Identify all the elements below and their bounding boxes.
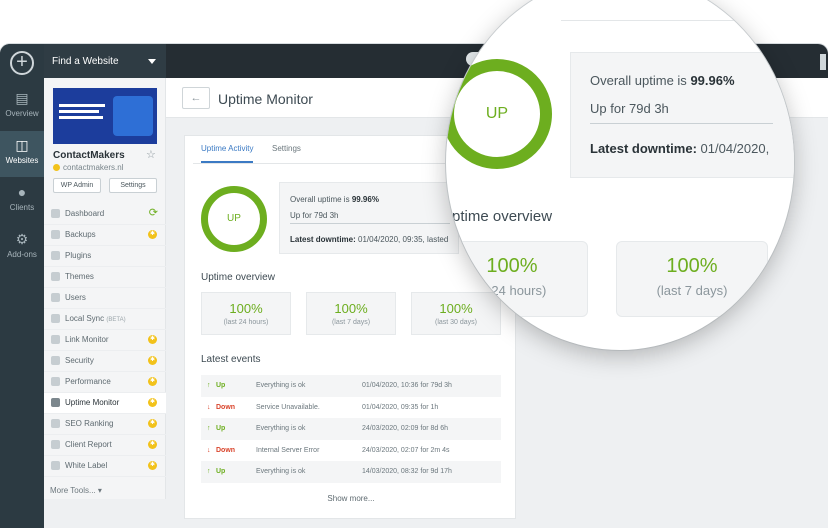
favorite-star-icon[interactable]: ☆ [146,148,156,161]
uptime-summary: Overall uptime is 99.96% Up for 79d 3h L… [279,182,459,254]
overview-tile-zoomed: 100% st 24 hours) [446,241,588,317]
premium-badge-icon: ✱ [148,377,157,386]
chart-icon: ▤ [15,90,29,106]
site-settings-button[interactable]: Settings [109,178,157,193]
themes-icon [51,272,60,281]
menu-dashboard[interactable]: Dashboard ⟳ [44,204,166,225]
event-row: ↑ Up Everything is ok 01/04/2020, 10:36 for… [201,375,501,397]
nav-add-ons[interactable]: ⚙ Add-ons [0,225,44,271]
menu-security[interactable]: Security ✱ [44,351,166,372]
premium-badge-icon: ✱ [148,398,157,407]
uptime-status-ring: UP [201,186,267,252]
menu-uptime-monitor[interactable]: Uptime Monitor ✱ [44,393,166,414]
performance-icon [51,377,60,386]
event-row: ↑ Up Everything is ok 24/03/2020, 02:09 for… [201,418,501,440]
clients-icon: ● [17,184,27,200]
menu-plugins[interactable]: Plugins [44,246,166,267]
nav-websites[interactable]: ◫ Websites [0,131,44,177]
overview-tile-zoomed: 100% (last 7 days) [616,241,768,317]
overview-tile: 100% (last 24 hours) [201,292,291,335]
menu-local-sync[interactable]: Local Sync (BETA) [44,309,166,330]
tab-uptime-activity[interactable]: Uptime Activity [201,144,254,163]
overview-heading: Uptime overview [201,272,275,283]
link-icon [51,335,60,344]
event-row: ↑ Up Everything is ok 14/03/2020, 08:32 for… [201,461,501,483]
status-dot-icon [53,164,60,171]
site-menu: Dashboard ⟳ Backups ✱ Plugins Themes Users… [44,204,166,477]
arrow-down-icon: ↓ [207,403,211,411]
premium-badge-icon: ✱ [148,461,157,470]
overview-heading-zoomed: ptime overview [452,208,553,225]
users-icon [51,293,60,302]
arrow-up-icon: ↑ [207,468,211,475]
menu-client-report[interactable]: Client Report ✱ [44,435,166,456]
find-website-dropdown[interactable]: Find a Website [44,44,166,78]
menu-themes[interactable]: Themes [44,267,166,288]
more-tools-link[interactable]: More Tools... ▾ [50,486,102,495]
menu-seo-ranking[interactable]: SEO Ranking ✱ [44,414,166,435]
menu-link-monitor[interactable]: Link Monitor ✱ [44,330,166,351]
uptime-summary-zoomed: Overall uptime is 99.96% Up for 79d 3h L… [570,52,794,178]
overview-tile: 100% (last 7 days) [306,292,396,335]
plugins-icon [51,251,60,260]
arrow-down-icon: ↓ [207,446,211,454]
uptime-icon [51,398,60,407]
nav-overview[interactable]: ▤ Overview [0,84,44,130]
site-thumbnail[interactable] [53,88,157,144]
premium-badge-icon: ✱ [148,335,157,344]
pages-icon: ◫ [15,137,29,153]
main-nav-rail: + ▤ Overview ◫ Websites ● Clients ⚙ Add-… [0,44,44,528]
report-icon [51,440,60,449]
show-more-link[interactable]: Show more... [185,494,517,503]
uptime-status-ring-zoomed: UP [446,59,552,169]
menu-white-label[interactable]: White Label ✱ [44,456,166,477]
refresh-icon[interactable]: ⟳ [149,207,158,219]
menu-users[interactable]: Users [44,288,166,309]
event-row: ↓ Down Service Unavailable. 01/04/2020, 09:… [207,403,439,411]
premium-badge-icon: ✱ [148,419,157,428]
add-site-button[interactable]: + [10,51,34,75]
arrow-up-icon: ↑ [207,382,211,389]
chevron-down-icon: ▾ [97,486,102,495]
chevron-down-icon [148,59,156,64]
site-name: ContactMakers [53,150,125,161]
menu-performance[interactable]: Performance ✱ [44,372,166,393]
site-url: contactmakers.nl [53,163,123,172]
premium-badge-icon: ✱ [148,356,157,365]
user-menu[interactable] [820,54,826,70]
event-row: ↓ Down Internal Server Error 24/03/2020, 02… [207,446,450,454]
menu-backups[interactable]: Backups ✱ [44,225,166,246]
back-button[interactable]: ← [182,87,210,109]
gear-icon: ⚙ [15,231,29,247]
site-sidebar: Find a Website ContactMakers ☆ contactma… [44,44,166,499]
premium-badge-icon: ✱ [148,230,157,239]
premium-badge-icon: ✱ [148,440,157,449]
dashboard-icon [51,209,60,218]
nav-clients[interactable]: ● Clients [0,178,44,224]
tab-settings[interactable]: Settings [272,144,301,161]
arrow-up-icon: ↑ [207,425,211,432]
wp-admin-button[interactable]: WP Admin [53,178,101,193]
page-title: Uptime Monitor [218,91,313,107]
shield-icon [51,356,60,365]
events-list: ↑ Up Everything is ok 01/04/2020, 10:36 for… [201,375,501,483]
seo-icon [51,419,60,428]
backups-icon [51,230,60,239]
magnifier-callout: UP Overall uptime is 99.96% Up for 79d 3… [446,0,794,350]
label-icon [51,461,60,470]
events-heading: Latest events [201,354,261,365]
sync-icon [51,314,60,323]
